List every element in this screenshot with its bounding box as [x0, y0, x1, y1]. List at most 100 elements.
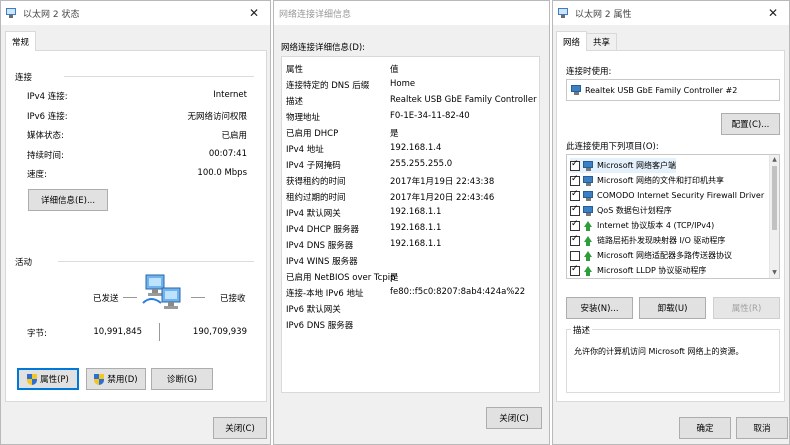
description-text: 允许你的计算机访问 Microsoft 网络上的资源。	[574, 347, 744, 356]
speed-label: 速度:	[27, 170, 47, 180]
network-window-icon	[557, 8, 569, 18]
tab-general[interactable]: 常规	[5, 31, 37, 51]
row-property: 已启用 DHCP	[286, 129, 339, 139]
row-value: Home	[390, 79, 416, 89]
list-item[interactable]: Microsoft LLDP 协议驱动程序	[570, 263, 706, 278]
item-properties-button[interactable]: 属性(R)	[713, 297, 780, 319]
connection-divider	[64, 76, 254, 77]
row-value: 192.168.1.1	[390, 223, 442, 233]
row-property: 物理地址	[286, 113, 321, 123]
disable-button[interactable]: 禁用(D)	[86, 368, 146, 390]
row-property: IPv4 WINS 服务器	[286, 257, 358, 267]
protocol-icon	[583, 220, 594, 231]
details-close-button[interactable]: 关闭(C)	[486, 407, 542, 429]
items-label: 此连接使用下列项目(O):	[566, 142, 659, 152]
status-close-button[interactable]: 关闭(C)	[213, 417, 267, 439]
checkbox[interactable]	[570, 174, 580, 186]
items-list[interactable]: Microsoft 网络客户端 Microsoft 网络的文件和打印机共享 CO…	[566, 154, 780, 279]
activity-group-label: 活动	[15, 258, 33, 268]
details-button[interactable]: 详细信息(E)...	[28, 189, 108, 211]
properties-window-title: 以太网 2 属性	[575, 9, 632, 20]
row-property: IPv4 DNS 服务器	[286, 241, 354, 251]
ipv4-connectivity-label: IPv4 连接:	[27, 92, 68, 102]
items-scrollbar[interactable]: ▲ ▼	[769, 155, 779, 278]
configure-button[interactable]: 配置(C)...	[721, 113, 780, 135]
tab-network[interactable]: 网络	[556, 31, 588, 51]
scroll-up-icon[interactable]: ▲	[770, 155, 779, 165]
checkbox[interactable]	[570, 219, 580, 231]
protocol-icon	[583, 250, 594, 261]
network-window-icon	[5, 8, 17, 18]
activity-divider	[58, 261, 254, 262]
checkbox[interactable]	[570, 189, 580, 201]
properties-panel: 连接时使用: Realtek USB GbE Family Controller…	[556, 50, 785, 402]
received-label: 已接收	[220, 294, 246, 304]
status-panel: 连接 IPv4 连接: Internet IPv6 连接: 无网络访问权限 媒体…	[5, 50, 267, 402]
status-window: 以太网 2 状态 ✕ 常规 连接 IPv4 连接: Internet IPv6 …	[0, 0, 271, 445]
checkbox[interactable]	[570, 250, 580, 261]
row-value: 255.255.255.0	[390, 159, 453, 169]
uninstall-button[interactable]: 卸载(U)	[639, 297, 706, 319]
diagnose-button[interactable]: 诊断(G)	[151, 368, 213, 390]
list-item[interactable]: Internet 协议版本 4 (TCP/IPv4)	[570, 218, 714, 233]
row-property: 获得租约的时间	[286, 177, 346, 187]
network-client-icon	[583, 205, 594, 216]
properties-button-label: 属性(P)	[40, 375, 69, 385]
list-item[interactable]: Microsoft 网络适配器多路传送器协议	[570, 248, 732, 263]
tab-sharing[interactable]: 共享	[586, 33, 618, 50]
row-value: 192.168.1.1	[390, 207, 442, 217]
row-property: 连接特定的 DNS 后缀	[286, 81, 370, 91]
adapter-box: Realtek USB GbE Family Controller #2	[566, 79, 780, 101]
row-value: 是	[390, 129, 399, 139]
list-item[interactable]: QoS 数据包计划程序	[570, 203, 672, 218]
install-button[interactable]: 安装(N)...	[566, 297, 633, 319]
row-value: Realtek USB GbE Family Controller #2	[390, 95, 540, 105]
row-property: IPv4 地址	[286, 145, 324, 155]
network-activity-icon	[142, 274, 181, 309]
properties-titlebar[interactable]: 以太网 2 属性 ✕	[553, 1, 789, 25]
checkbox[interactable]	[570, 234, 580, 246]
list-item[interactable]: 链路层拓扑发现映射器 I/O 驱动程序	[570, 233, 725, 248]
duration-label: 持续时间:	[27, 151, 64, 161]
row-property: 连接-本地 IPv6 地址	[286, 289, 364, 299]
details-titlebar[interactable]: 网络连接详细信息	[274, 1, 549, 25]
status-titlebar[interactable]: 以太网 2 状态 ✕	[1, 1, 270, 25]
ipv6-connectivity-label: IPv6 连接:	[27, 112, 68, 122]
checkbox[interactable]	[570, 264, 580, 276]
details-list[interactable]: 属性 值 连接特定的 DNS 后缀 Home 描述 Realtek USB GbE …	[281, 56, 540, 393]
connect-using-label: 连接时使用:	[566, 67, 612, 77]
checkbox[interactable]	[570, 159, 580, 171]
cancel-button[interactable]: 取消	[736, 417, 788, 439]
list-item-label: Internet 协议版本 4 (TCP/IPv4)	[597, 221, 715, 230]
media-state-label: 媒体状态:	[27, 131, 64, 141]
list-item-label: Microsoft LLDP 协议驱动程序	[597, 266, 707, 275]
adapter-name: Realtek USB GbE Family Controller #2	[585, 85, 738, 95]
close-icon[interactable]: ✕	[246, 5, 262, 21]
properties-button[interactable]: 属性(P)	[17, 368, 79, 390]
bytes-label: 字节:	[27, 329, 47, 339]
network-client-icon	[583, 190, 594, 201]
header-value: 值	[390, 65, 399, 75]
row-value: 192.168.1.4	[390, 143, 442, 153]
protocol-icon	[583, 265, 594, 276]
close-icon[interactable]: ✕	[765, 5, 781, 21]
list-item[interactable]: COMODO Internet Security Firewall Driver	[570, 188, 764, 203]
list-item[interactable]: Microsoft 网络的文件和打印机共享	[570, 173, 724, 188]
list-item-label: Microsoft 网络客户端	[597, 161, 676, 170]
ok-button[interactable]: 确定	[679, 417, 731, 439]
checkbox[interactable]	[570, 204, 580, 216]
status-window-title: 以太网 2 状态	[23, 9, 80, 20]
sent-line	[123, 297, 137, 298]
row-property: IPv6 默认网关	[286, 305, 341, 315]
properties-window: 以太网 2 属性 ✕ 网络 共享 连接时使用: Realtek USB GbE …	[552, 0, 790, 445]
row-property: 租约过期的时间	[286, 193, 346, 203]
list-item-label: Microsoft 网络适配器多路传送器协议	[597, 251, 732, 260]
row-value: F0-1E-34-11-82-40	[390, 111, 470, 121]
scroll-thumb[interactable]	[772, 166, 777, 230]
row-value: 192.168.1.1	[390, 239, 442, 249]
scroll-down-icon[interactable]: ▼	[770, 268, 779, 278]
row-property: IPv6 DNS 服务器	[286, 321, 354, 331]
list-item[interactable]: Microsoft 网络客户端	[570, 158, 676, 173]
list-item-label: Microsoft 网络的文件和打印机共享	[597, 176, 724, 185]
row-property: 描述	[286, 97, 304, 107]
